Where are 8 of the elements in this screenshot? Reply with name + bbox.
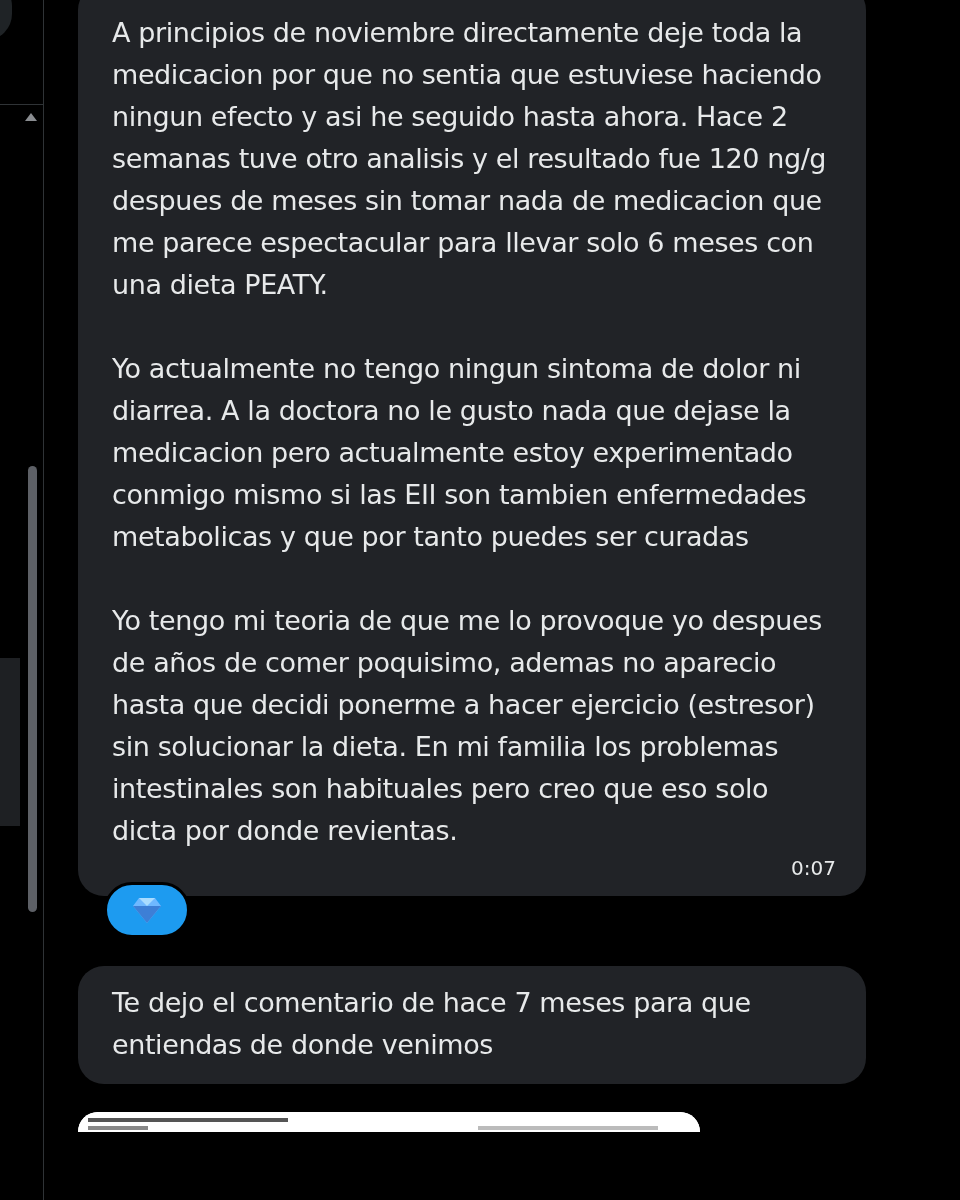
- message-text: A principios de noviembre directamente deje toda la medicacion por que no sentia que estuviese haciendo ningun efecto y asi he seguido hasta ahora. Hace 2 semanas tuve otro analisis y el resultado fue 120 ng/g despues de meses sin tomar nada de medicacion que me parece espectacular para llevar solo 6 meses con una dieta PEATY.: [112, 16, 828, 302]
- message-text: Yo actualmente no tengo ningun sintoma de dolor ni diarrea. A la doctora no le gusto nada que dejase la medicacion pero actualmente estoy experimentado conmigo mismo si las EII son tambien enfermedades metabolicas y que por tanto puedes ser curadas: [112, 352, 808, 554]
- timestamp: 0:07: [791, 855, 836, 882]
- message-text: Yo tengo mi teoria de que me lo provoque yo despues de años de comer poquisimo, ademas no aparecio hasta que decidi ponerme a hacer ejercicio (estresor) sin solucionar la dieta. En mi familia los problemas intestinales son habituales pero creo que eso solo dicta por donde revientas.: [112, 604, 823, 848]
- scroll-up-icon[interactable]: [25, 113, 37, 121]
- message-text: Te dejo el comentario de hace 7 meses para que entiendas de donde venimos: [112, 986, 752, 1062]
- diamond-icon: [132, 896, 162, 924]
- scrollbar-thumb[interactable]: [28, 466, 37, 912]
